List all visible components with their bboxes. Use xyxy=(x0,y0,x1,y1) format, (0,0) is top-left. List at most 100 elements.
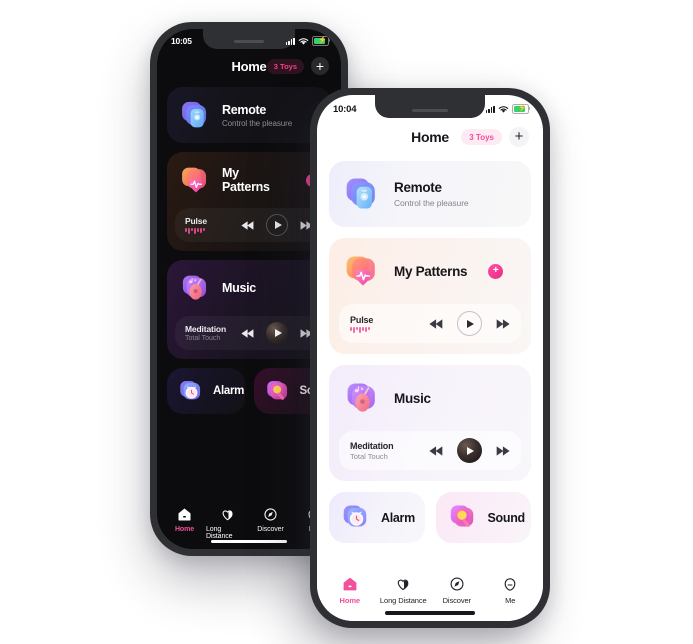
remote-card-title: Remote xyxy=(222,102,267,117)
tab-discover-label: Discover xyxy=(442,596,471,605)
patterns-controls xyxy=(429,311,510,336)
small-cards-row: Alarm xyxy=(329,492,531,543)
cellular-bars-icon xyxy=(485,105,495,113)
pattern-wave-icon xyxy=(350,326,420,333)
remote-card-subtitle: Control the pleasure xyxy=(222,118,293,128)
microphone-icon xyxy=(447,501,480,534)
header-actions: 3 Toys + xyxy=(266,57,329,75)
remote-card[interactable]: Remote Control the pleasure xyxy=(329,161,531,227)
play-button[interactable] xyxy=(457,311,482,336)
my-patterns-card-title: My Patterns xyxy=(222,166,270,194)
sound-card[interactable]: Sound xyxy=(435,492,531,543)
previous-button[interactable] xyxy=(429,445,444,457)
home-indicator[interactable] xyxy=(211,539,287,543)
small-cards-row: Alarm xyxy=(167,368,331,414)
app-header: Home 3 Toys + xyxy=(157,49,341,83)
alarm-card-title: Alarm xyxy=(381,510,415,525)
app-header: Home 3 Toys + xyxy=(317,118,543,156)
sound-card-title: Sound xyxy=(487,510,526,525)
alarm-clock-icon xyxy=(177,377,206,406)
patterns-controls xyxy=(241,214,313,236)
play-button[interactable] xyxy=(266,322,288,344)
my-patterns-card-title: My Patterns xyxy=(394,263,468,279)
screenshot-stage: 10:05 ⚡ Home 3 Toys + Remote Control the… xyxy=(0,0,693,644)
tab-home[interactable]: Home xyxy=(163,507,206,549)
status-bar: 10:05 ⚡ xyxy=(157,29,341,49)
alarm-card-title: Alarm xyxy=(213,385,245,397)
heart-pulse-icon xyxy=(343,251,383,291)
music-controls xyxy=(429,438,510,463)
my-patterns-card[interactable]: My Patterns + Pulse xyxy=(329,238,531,354)
wifi-icon xyxy=(498,105,509,113)
patterns-track-name: Pulse xyxy=(350,314,374,325)
play-button[interactable] xyxy=(457,438,482,463)
alarm-card[interactable]: Alarm xyxy=(167,368,245,414)
add-toy-button[interactable]: + xyxy=(311,57,329,75)
tab-me-label: Me xyxy=(505,596,516,605)
toys-count-badge[interactable]: 3 Toys xyxy=(266,58,304,74)
tab-home-label: Home xyxy=(339,596,361,605)
wifi-icon xyxy=(298,37,309,45)
music-card-title: Music xyxy=(394,390,431,406)
page-title: Home xyxy=(231,58,267,74)
music-player: Meditation Total Touch xyxy=(339,431,521,470)
remote-card-header: Remote Control the pleasure xyxy=(167,87,331,143)
music-track-sub: Total Touch xyxy=(185,335,221,342)
page-title: Home xyxy=(411,129,449,145)
play-button[interactable] xyxy=(266,214,288,236)
remote-card-subtitle: Control the pleasure xyxy=(394,198,469,208)
cellular-bars-icon xyxy=(285,37,295,45)
long-distance-heart-icon xyxy=(398,579,409,591)
add-pattern-button[interactable]: + xyxy=(488,263,504,279)
tab-home[interactable]: Home xyxy=(323,576,377,621)
patterns-player: Pulse xyxy=(339,304,521,343)
long-distance-heart-icon xyxy=(222,510,233,521)
remote-card-header: Remote Control the pleasure xyxy=(329,161,531,227)
previous-button[interactable] xyxy=(429,318,444,330)
card-list: Remote Control the pleasure My Patterns … xyxy=(317,156,543,543)
front-phone: 10:04 ⚡ Home 3 Toys + Remote Control the… xyxy=(310,88,550,628)
music-player: Meditation Total Touch xyxy=(175,316,323,350)
guitar-music-icon xyxy=(343,378,383,418)
tab-me[interactable]: Me xyxy=(484,576,538,621)
previous-button[interactable] xyxy=(241,328,255,339)
music-track-name: Meditation xyxy=(350,440,394,451)
next-button[interactable] xyxy=(495,445,510,457)
discover-icon xyxy=(264,508,277,521)
patterns-track: Pulse xyxy=(185,216,233,234)
header-actions: 3 Toys + xyxy=(461,127,529,147)
patterns-track-name: Pulse xyxy=(185,216,207,226)
home-icon xyxy=(178,508,191,521)
music-card-header: Music xyxy=(167,260,331,316)
home-indicator[interactable] xyxy=(385,611,475,615)
status-bar: 10:04 ⚡ xyxy=(317,95,543,118)
status-icons: ⚡ xyxy=(285,36,330,46)
music-track-sub: Total Touch xyxy=(350,451,388,461)
music-card[interactable]: Music Meditation Total Touch xyxy=(329,365,531,481)
me-profile-icon xyxy=(504,578,516,591)
music-track: Meditation Total Touch xyxy=(185,324,233,342)
remote-card[interactable]: Remote Control the pleasure xyxy=(167,87,331,143)
heart-pulse-icon xyxy=(179,163,213,197)
my-patterns-card-header: My Patterns + xyxy=(329,238,531,304)
tab-long-distance-label: Long Distance xyxy=(206,526,233,540)
battery-charging-icon: ⚡ xyxy=(312,36,330,46)
previous-button[interactable] xyxy=(241,220,255,231)
tab-discover-label: Discover xyxy=(257,526,284,533)
music-card-header: Music xyxy=(329,365,531,431)
status-time: 10:04 xyxy=(333,103,357,115)
add-toy-button[interactable]: + xyxy=(509,127,529,147)
pattern-wave-icon xyxy=(185,228,233,234)
music-card[interactable]: Music Meditation Total Touch xyxy=(167,260,331,359)
toys-count-badge[interactable]: 3 Toys xyxy=(461,129,502,145)
microphone-icon xyxy=(264,377,293,406)
music-card-title: Music xyxy=(222,281,256,295)
tab-long-distance-label: Long Distance xyxy=(379,596,427,605)
patterns-player: Pulse xyxy=(175,208,323,242)
next-button[interactable] xyxy=(495,318,510,330)
patterns-track: Pulse xyxy=(350,315,420,333)
music-controls xyxy=(241,322,313,344)
my-patterns-card[interactable]: My Patterns + Pulse xyxy=(167,152,331,251)
remote-card-title: Remote xyxy=(394,180,442,195)
alarm-card[interactable]: Alarm xyxy=(329,492,425,543)
